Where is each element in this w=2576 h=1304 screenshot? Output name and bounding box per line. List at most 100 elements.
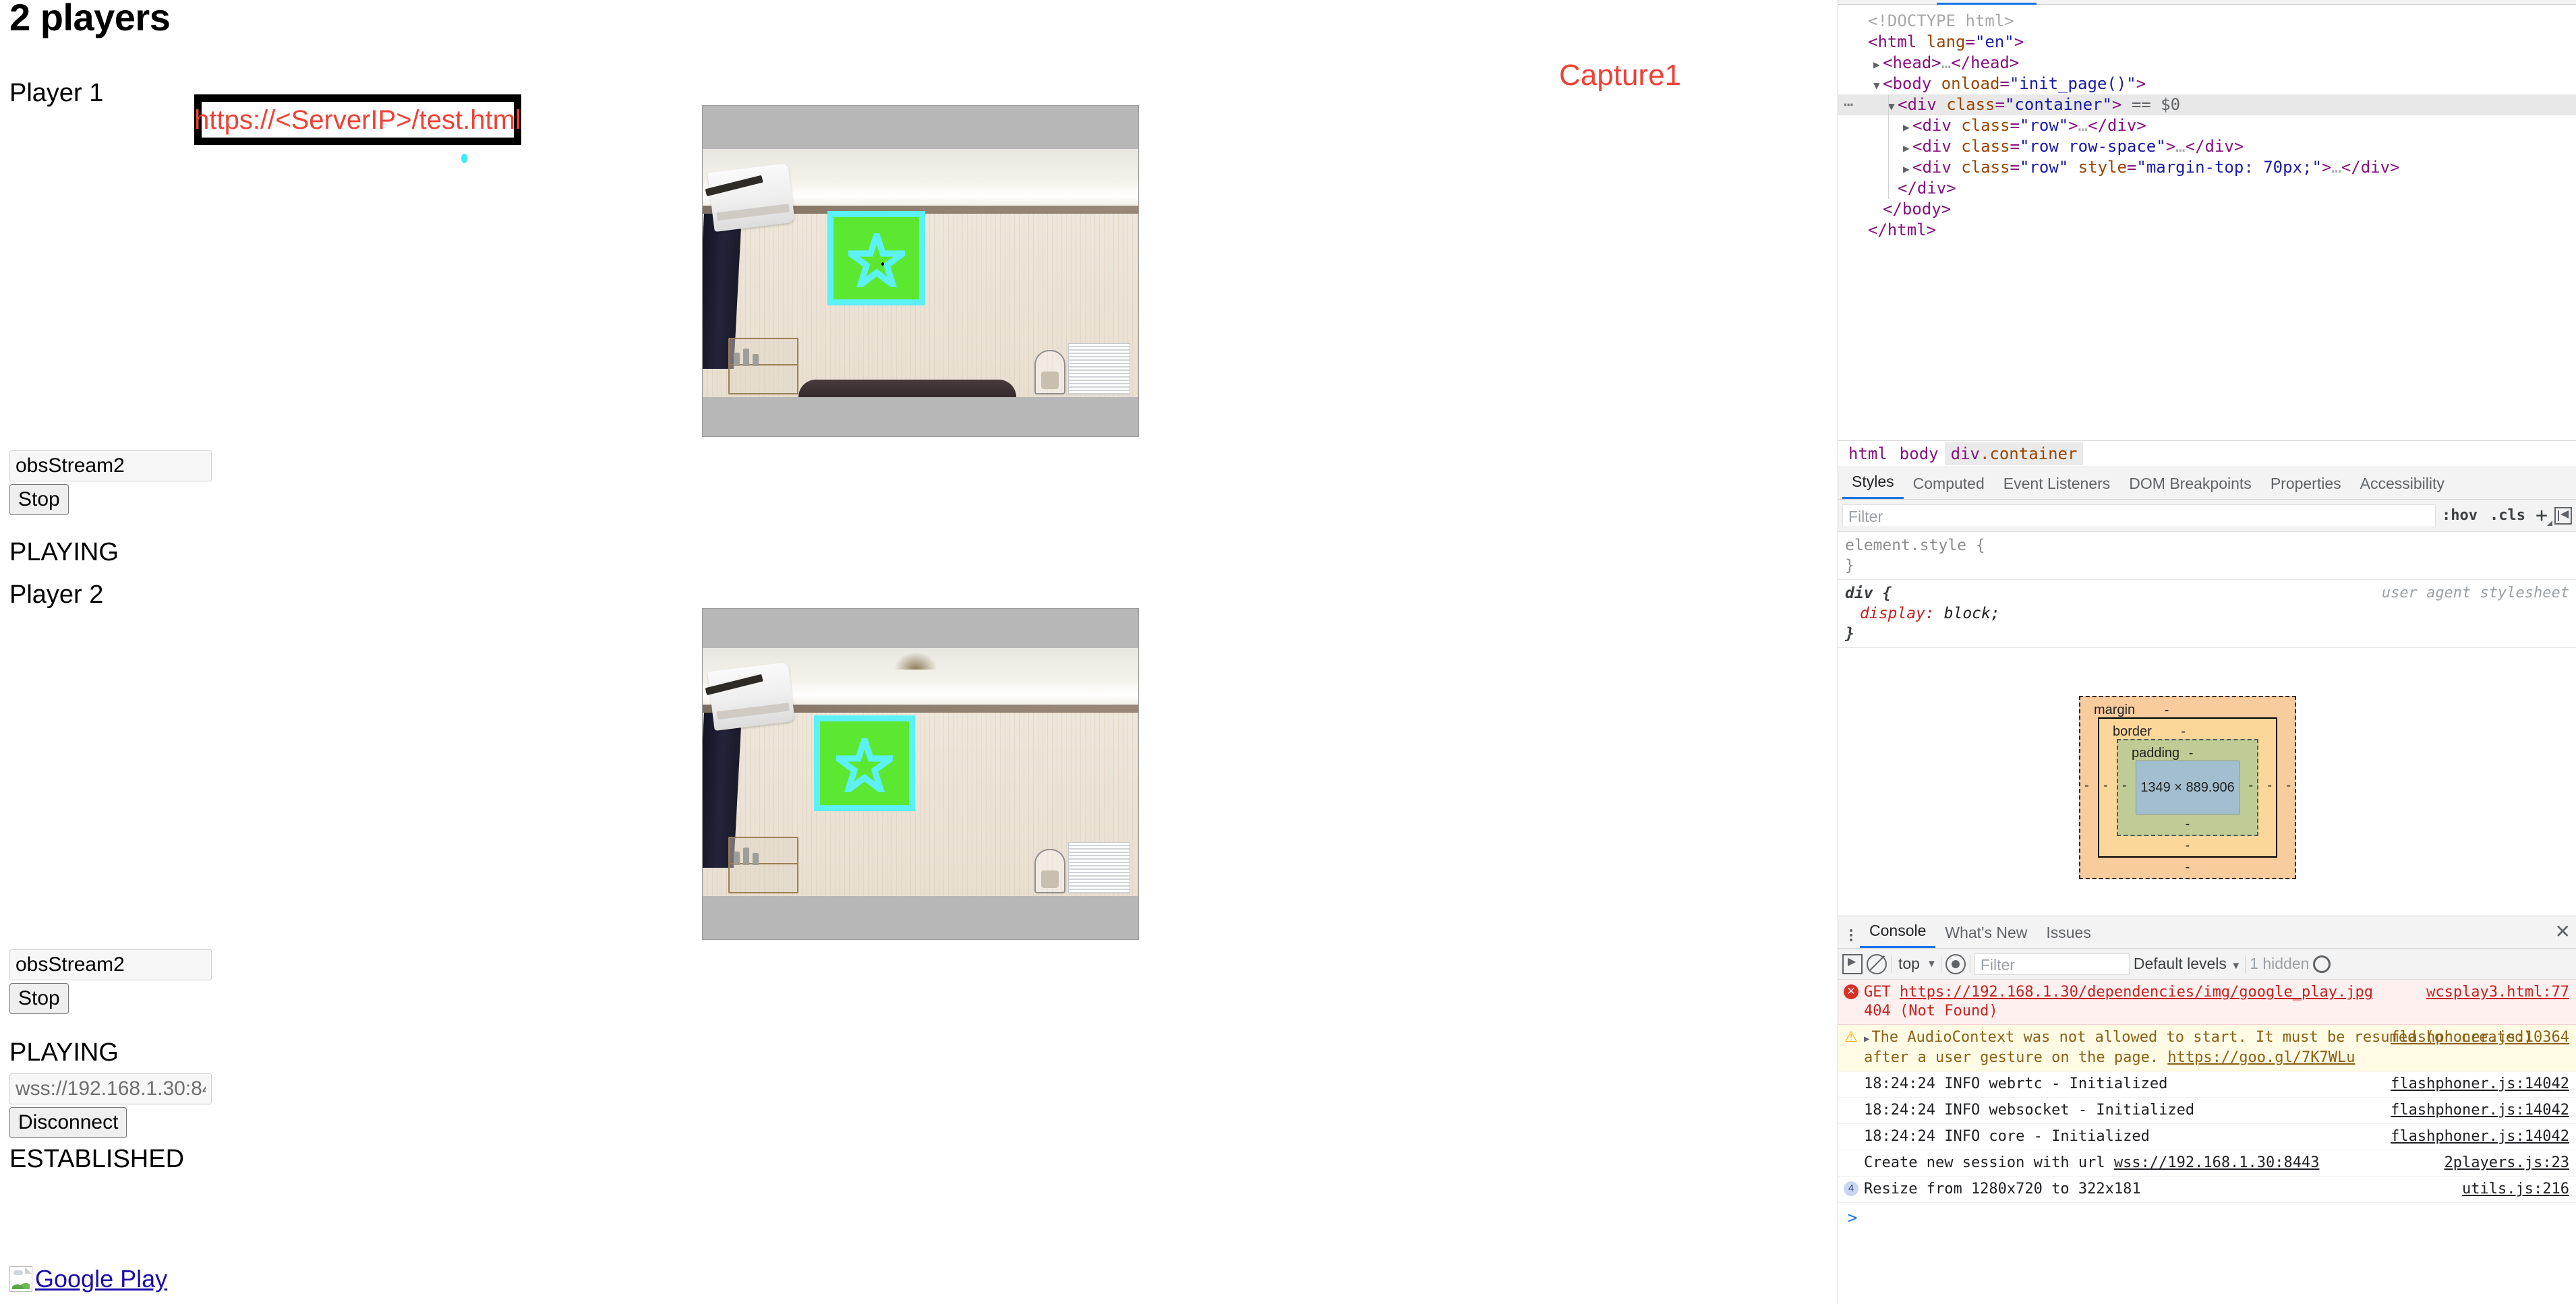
dom-expand-right-icon[interactable] (1873, 53, 1883, 75)
dom-expand-right-icon[interactable] (1903, 115, 1912, 138)
chevron-down-icon[interactable]: ▼ (1927, 958, 1937, 970)
player-1-stream-name-input[interactable] (9, 450, 212, 481)
dom-expand-down-icon[interactable] (1888, 94, 1898, 117)
box-model-content[interactable]: 1349 × 889.906 (2136, 761, 2240, 814)
player-1-stop-button[interactable]: Stop (9, 484, 69, 515)
devtools-tabstrip[interactable] (1838, 0, 2576, 5)
toggle-sidebar-icon[interactable] (2554, 506, 2572, 525)
console-message-source[interactable]: flashphoner.js:14042 (2391, 1075, 2569, 1094)
tab-event-listeners[interactable]: Event Listeners (1994, 472, 2120, 499)
execution-context-icon[interactable] (1842, 953, 1863, 974)
gear-icon[interactable] (2313, 955, 2331, 973)
console-message-source[interactable]: utils.js:216 (2462, 1180, 2569, 1199)
declaration-property[interactable]: display: (1845, 605, 1944, 622)
dom-node-row[interactable]: <html lang="en"> (1838, 32, 2576, 53)
declaration-value[interactable]: block; (1944, 605, 2000, 622)
console-message-info[interactable]: 18:24:24 INFO webrtc - Initialized flashp… (1838, 1071, 2576, 1098)
dom-node-row[interactable]: <head>…</head> (1838, 53, 2576, 73)
websocket-url-input[interactable] (9, 1073, 212, 1104)
console-message-info[interactable]: 18:24:24 INFO core - Initialized flashpho… (1838, 1124, 2576, 1150)
console-message-source[interactable]: flashphoner.js:10364 (2391, 1028, 2569, 1047)
style-rule[interactable]: div {user agent stylesheet display: block… (1838, 580, 2576, 648)
dom-node-row[interactable]: <div class="row row-space">…</div> (1838, 136, 2576, 157)
tab-properties[interactable]: Properties (2261, 472, 2351, 499)
console-message-source[interactable]: 2players.js:23 (2445, 1154, 2569, 1173)
style-rule-selector[interactable]: element.style { (1845, 535, 2569, 556)
padding-right-value[interactable]: - (2248, 778, 2253, 794)
google-play-link-text[interactable]: Google Play (35, 1267, 167, 1291)
console-message-source[interactable]: wcsplay3.html:77 (2426, 983, 2569, 1002)
style-declaration[interactable]: display: block; (1845, 603, 2569, 624)
console-message-link[interactable]: wss://192.168.1.30:8443 (2114, 1154, 2320, 1171)
tab-accessibility[interactable]: Accessibility (2351, 472, 2454, 499)
player-1-video[interactable] (702, 105, 1139, 437)
border-left-value[interactable]: - (2103, 778, 2108, 794)
console-message-info[interactable]: Create new session with url wss://192.16… (1838, 1150, 2576, 1177)
console-more-icon[interactable] (1842, 929, 1860, 948)
padding-left-value[interactable]: - (2122, 778, 2127, 794)
tab-dom-breakpoints[interactable]: DOM Breakpoints (2119, 472, 2261, 499)
border-top-value[interactable]: - (2155, 724, 2186, 739)
console-hidden-count[interactable]: 1 hidden (2250, 955, 2309, 973)
new-style-rule-icon[interactable]: + (2531, 504, 2553, 527)
dom-expand-down-icon[interactable] (1873, 73, 1883, 96)
console-filter-input[interactable]: Filter (1974, 953, 2130, 975)
player-2-video[interactable] (702, 608, 1139, 940)
console-tabs[interactable]: Console What's New Issues ✕ (1838, 916, 2576, 949)
dom-node-row[interactable]: <div class="row" style="margin-top: 70px… (1838, 157, 2576, 178)
console-prompt[interactable]: > (1838, 1203, 2576, 1233)
live-expression-icon[interactable] (1945, 953, 1966, 974)
console-message-info[interactable]: 4 Resize from 1280x720 to 322x181 utils.js… (1838, 1177, 2576, 1203)
padding-top-value[interactable]: - (2184, 746, 2194, 761)
console-message-link[interactable]: https://goo.gl/7K7WLu (2167, 1049, 2355, 1066)
style-pane-tabs[interactable]: Styles Computed Event Listeners DOM Breakpo… (1838, 467, 2576, 500)
dom-node-row[interactable]: </html> (1838, 220, 2576, 241)
hov-toggle[interactable]: :hov (2436, 507, 2484, 524)
console-message-source[interactable]: flashphoner.js:14042 (2391, 1101, 2569, 1120)
padding-bottom-value[interactable]: - (2186, 817, 2190, 832)
dom-node-row[interactable]: <!DOCTYPE html> (1838, 11, 2576, 32)
dom-node-row[interactable]: ⋯ <div class="container"> == $0 (1838, 94, 2576, 115)
clear-console-icon[interactable] (1867, 953, 1887, 974)
border-bottom-value[interactable]: - (2186, 838, 2190, 854)
disconnect-button[interactable]: Disconnect (9, 1107, 127, 1138)
box-model-diagram[interactable]: 1349 × 889.906 margin - border - padding… (2079, 696, 2296, 879)
dom-expand-right-icon[interactable] (1903, 136, 1912, 158)
console-message-warn[interactable]: ⚠ ▶ The AudioContext was not allowed to st… (1838, 1025, 2576, 1071)
margin-left-value[interactable]: - (2084, 778, 2089, 794)
style-rule-selector[interactable]: div {user agent stylesheet (1845, 583, 2569, 603)
breadcrumb-item-html[interactable]: html (1842, 442, 1894, 465)
border-right-value[interactable]: - (2267, 778, 2272, 794)
dom-tree[interactable]: <!DOCTYPE html><html lang="en"><head>…</… (1838, 5, 2576, 440)
google-play-link[interactable]: Google Play (9, 1266, 167, 1292)
breadcrumb-item-div[interactable]: div.container (1944, 442, 2084, 465)
console-toolbar[interactable]: top ▼ Filter Default levels ▼ 1 hidden (1838, 949, 2576, 980)
dom-node-row[interactable]: <div class="row">…</div> (1838, 115, 2576, 136)
tab-computed[interactable]: Computed (1904, 472, 1994, 499)
styles-filter-input[interactable]: Filter (1842, 504, 2436, 527)
player-2-stream-name-input[interactable] (9, 949, 212, 980)
expand-message-icon[interactable]: ▶ (1864, 1034, 1869, 1044)
breadcrumb-item-body[interactable]: body (1894, 442, 1945, 465)
styles-filter-bar[interactable]: Filter :hov .cls + (1838, 500, 2576, 532)
console-message-source[interactable]: flashphoner.js:14042 (2391, 1127, 2569, 1146)
style-rule[interactable]: element.style {} (1838, 532, 2576, 580)
dom-node-row[interactable]: <body onload="init_page()"> (1838, 73, 2576, 94)
console-tab-console[interactable]: Console (1860, 919, 1936, 948)
console-levels-selector[interactable]: Default levels ▼ (2134, 955, 2241, 973)
dom-node-badge[interactable]: ⋯ (1844, 94, 1853, 115)
console-context-selector[interactable]: top (1896, 955, 1923, 973)
dom-node-row[interactable]: </body> (1838, 199, 2576, 220)
console-message-info[interactable]: 18:24:24 INFO websocket - Initialized fla… (1838, 1098, 2576, 1124)
breadcrumb[interactable]: html body div.container (1838, 440, 2576, 467)
dom-node-row[interactable]: </div> (1838, 178, 2576, 199)
console-tab-issues[interactable]: Issues (2037, 921, 2100, 948)
console-tab-what-s-new[interactable]: What's New (1935, 921, 2037, 948)
player-2-stop-button[interactable]: Stop (9, 983, 69, 1014)
close-icon[interactable]: ✕ (2555, 920, 2571, 943)
console-messages[interactable]: ✕ GET https://192.168.1.30/dependencies/i… (1838, 980, 2576, 1304)
tab-styles[interactable]: Styles (1842, 470, 1904, 499)
console-message-link[interactable]: https://192.168.1.30/dependencies/img/go… (1900, 984, 2373, 1001)
margin-right-value[interactable]: - (2286, 778, 2291, 794)
cls-toggle[interactable]: .cls (2484, 507, 2531, 524)
